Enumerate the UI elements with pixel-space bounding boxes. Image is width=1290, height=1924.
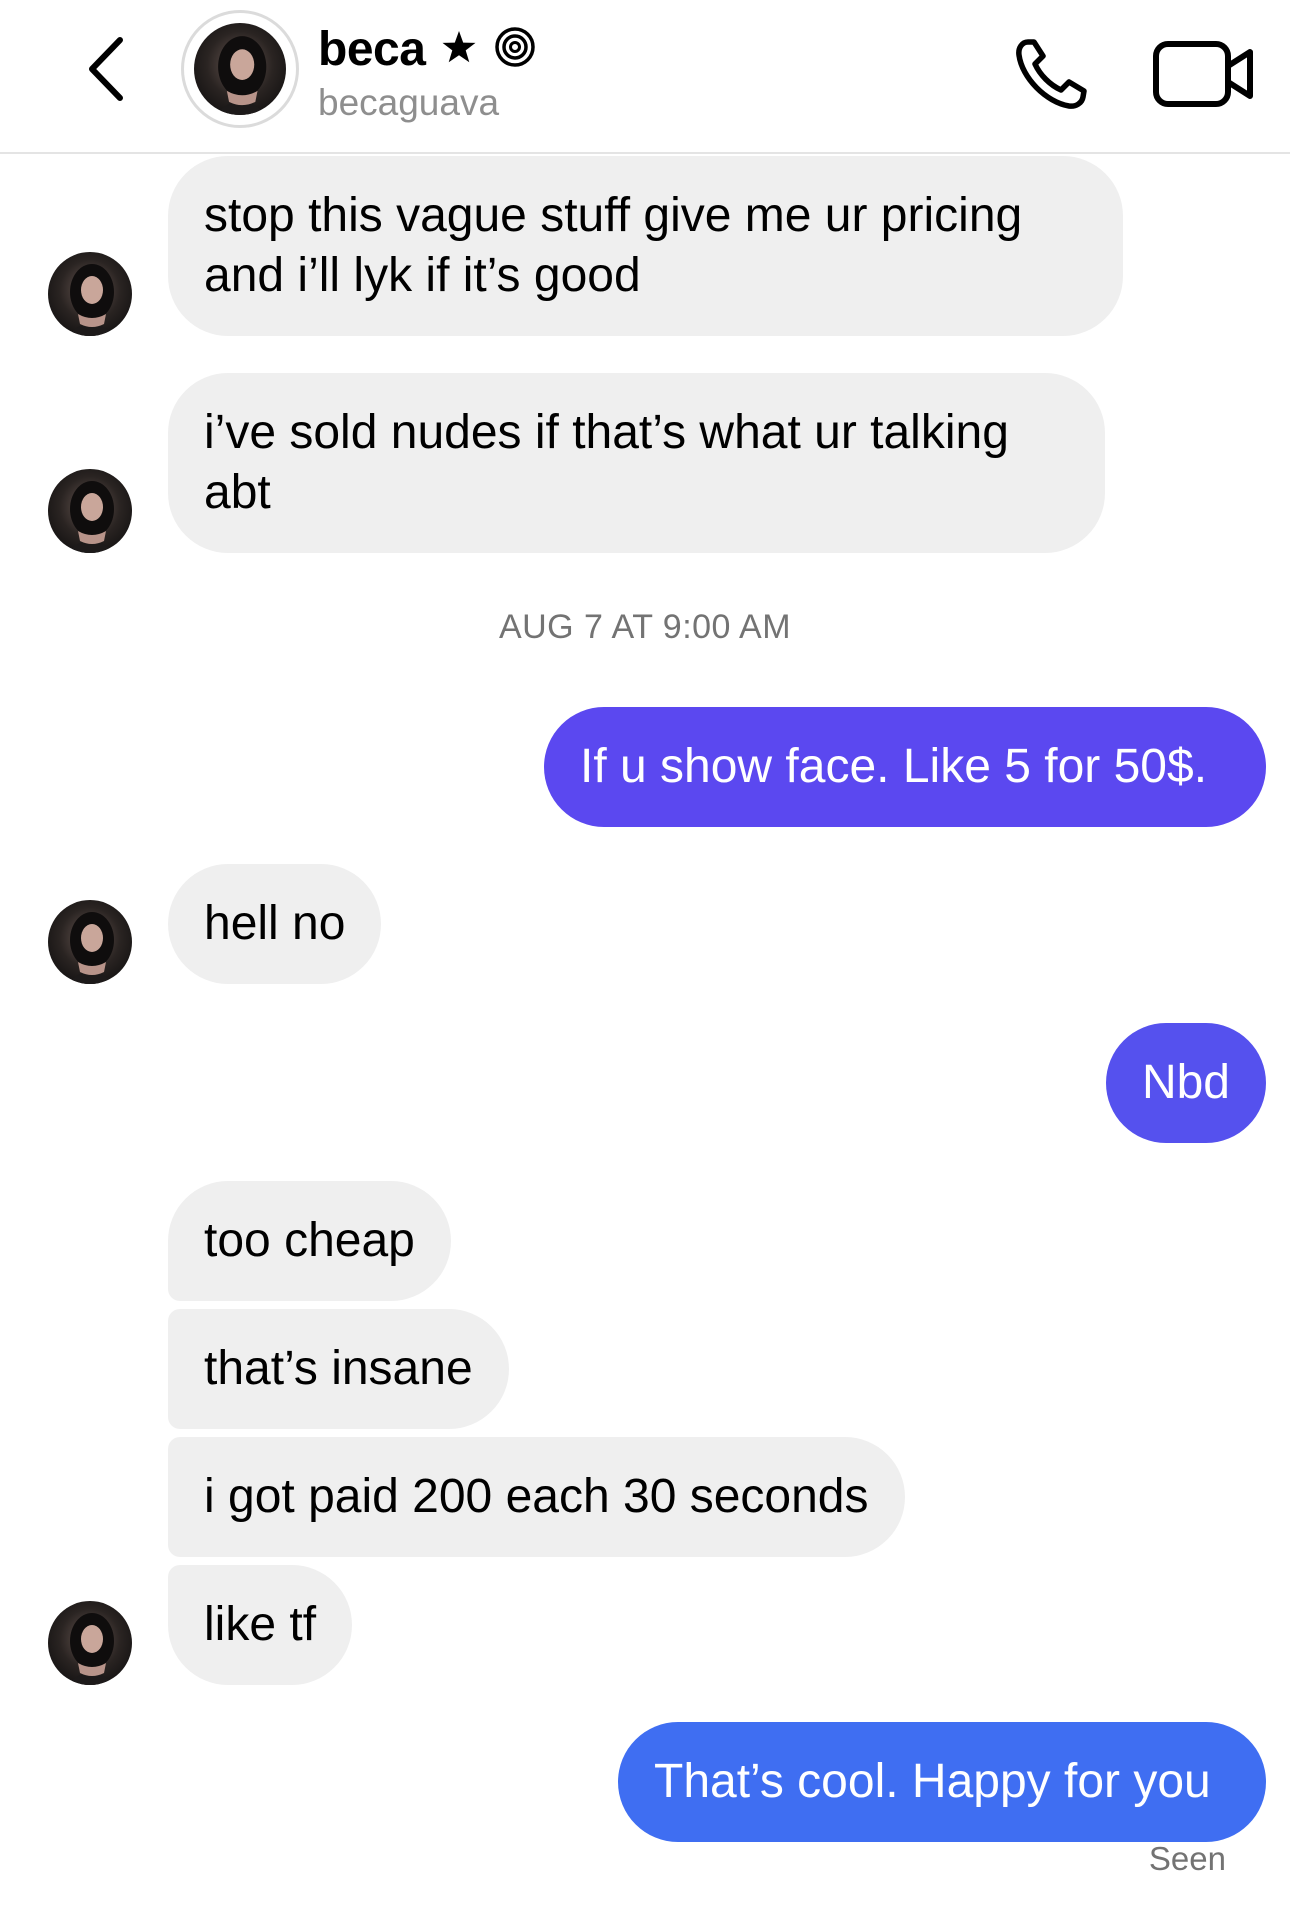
conversation-header: beca becaguava <box>0 0 1290 154</box>
contact-display-name: beca <box>318 22 426 76</box>
chevron-left-icon <box>89 37 123 101</box>
video-camera-icon <box>1153 41 1253 107</box>
avatar <box>194 23 286 115</box>
outgoing-message[interactable]: That’s cool. Happy for you <box>618 1722 1266 1842</box>
seen-receipt: Seen <box>1148 1840 1226 1877</box>
incoming-message[interactable]: i got paid 200 each 30 seconds <box>168 1437 905 1557</box>
incoming-message[interactable]: like tf <box>168 1565 353 1685</box>
contact-username: becaguava <box>318 82 500 123</box>
contact-name-row[interactable]: beca <box>318 18 537 80</box>
incoming-message[interactable]: too cheap <box>168 1181 451 1301</box>
incoming-message[interactable]: hell no <box>168 864 382 984</box>
incoming-message[interactable]: stop this vague stuff give me ur pricing… <box>168 156 1123 336</box>
video-call-button[interactable] <box>1150 34 1262 114</box>
threads-icon <box>493 25 537 74</box>
audio-call-button[interactable] <box>1008 30 1096 118</box>
outgoing-message[interactable]: Nbd <box>1105 1023 1266 1143</box>
back-button[interactable] <box>78 34 138 104</box>
sender-avatar[interactable] <box>48 1601 132 1685</box>
star-icon <box>439 27 479 72</box>
sender-avatar[interactable] <box>48 252 132 336</box>
sender-avatar[interactable] <box>48 900 132 984</box>
outgoing-message[interactable]: If u show face. Like 5 for 50$. <box>544 707 1266 827</box>
incoming-message[interactable]: i’ve sold nudes if that’s what ur talkin… <box>168 373 1105 553</box>
message-timestamp: AUG 7 AT 9:00 AM <box>498 608 792 646</box>
incoming-message[interactable]: that’s insane <box>168 1309 509 1429</box>
profile-avatar-button[interactable] <box>181 10 299 128</box>
sender-avatar[interactable] <box>48 469 132 553</box>
phone-icon <box>1016 39 1087 109</box>
